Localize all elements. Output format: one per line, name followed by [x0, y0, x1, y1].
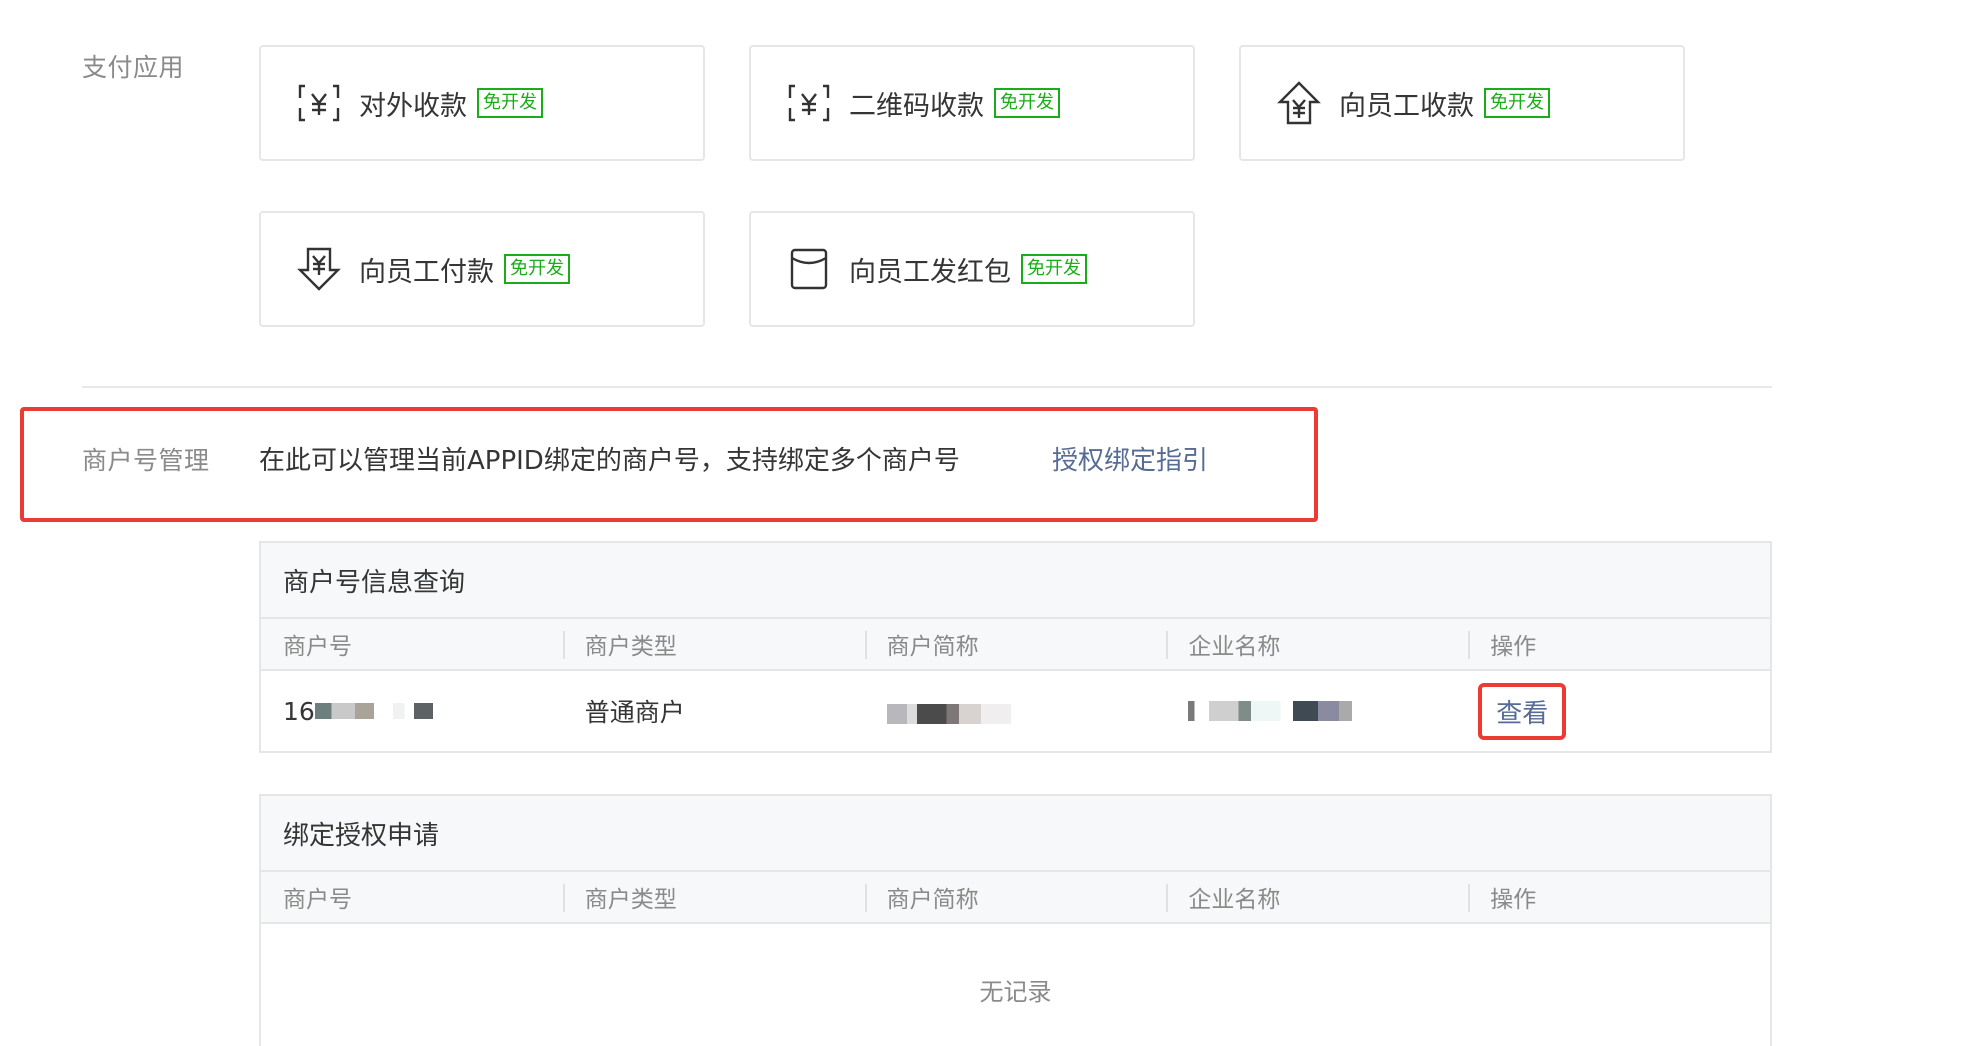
panel-title: 绑定授权申请 — [261, 796, 1770, 872]
column-header: 商户简称 — [864, 619, 1167, 669]
column-header: 商户类型 — [562, 619, 865, 669]
yuan-scan-icon — [297, 80, 341, 126]
red-packet-icon — [787, 246, 831, 292]
merchant-management-description: 在此可以管理当前APPID绑定的商户号，支持绑定多个商户号 — [259, 446, 960, 476]
panel-title: 商户号信息查询 — [261, 543, 1770, 619]
table-header: 商户号 商户类型 商户简称 企业名称 操作 — [261, 872, 1770, 924]
column-header: 企业名称 — [1166, 619, 1468, 669]
action-cell: 查看 — [1468, 682, 1770, 740]
company-name-cell — [1166, 701, 1468, 721]
free-dev-badge: 免开发 — [994, 88, 1060, 118]
section-divider — [82, 386, 1772, 388]
column-header: 商户号 — [283, 634, 352, 660]
view-link[interactable]: 查看 — [1496, 693, 1548, 730]
column-header: 商户类型 — [562, 872, 865, 922]
app-card-employee-red-packet[interactable]: 向员工发红包 免开发 — [749, 211, 1195, 327]
app-name: 对外收款 — [359, 90, 467, 122]
merchant-short-name-cell — [865, 698, 1167, 724]
yuan-arrow-up-icon — [1277, 80, 1321, 126]
merchant-no-cell: 16 — [261, 697, 563, 726]
app-card-qrcode-collection[interactable]: 二维码收款 免开发 — [749, 45, 1195, 161]
app-name: 二维码收款 — [849, 90, 984, 122]
merchant-management-label: 商户号管理 — [82, 446, 210, 475]
yuan-scan-icon — [787, 80, 831, 126]
column-header: 操作 — [1468, 872, 1770, 922]
column-header: 企业名称 — [1166, 872, 1468, 922]
merchant-type-cell: 普通商户 — [584, 698, 685, 727]
yuan-arrow-down-icon — [297, 246, 341, 292]
app-name: 向员工发红包 — [849, 256, 1011, 288]
redacted-company-name — [1188, 701, 1399, 721]
column-header: 操作 — [1468, 619, 1770, 669]
free-dev-badge: 免开发 — [504, 254, 570, 284]
merchant-no-prefix: 16 — [283, 696, 315, 726]
binding-guide-link[interactable]: 授权绑定指引 — [1052, 440, 1208, 477]
binding-application-panel: 绑定授权申请 商户号 商户类型 商户简称 企业名称 操作 无记录 — [259, 794, 1772, 1046]
view-button-highlight[interactable]: 查看 — [1478, 682, 1567, 740]
payment-apps-label: 支付应用 — [82, 53, 185, 82]
app-name: 向员工付款 — [359, 256, 494, 288]
free-dev-badge: 免开发 — [1484, 88, 1550, 118]
app-name: 向员工收款 — [1339, 90, 1474, 122]
empty-state-text: 无记录 — [979, 977, 1052, 1006]
free-dev-badge: 免开发 — [477, 88, 543, 118]
column-header: 商户号 — [283, 887, 352, 913]
app-card-external-collection[interactable]: 对外收款 免开发 — [259, 45, 705, 161]
merchant-info-query-panel: 商户号信息查询 商户号 商户类型 商户简称 企业名称 操作 16 普通商户 查看 — [259, 541, 1772, 753]
app-card-collect-from-employee[interactable]: 向员工收款 免开发 — [1239, 45, 1685, 161]
redacted-merchant-no — [314, 703, 433, 719]
page-root: 支付应用 对外收款 免开发 二维码收款 免开发 向员工收款 免开发 向员工付款 … — [0, 0, 1966, 1046]
free-dev-badge: 免开发 — [1021, 254, 1087, 284]
table-header: 商户号 商户类型 商户简称 企业名称 操作 — [261, 619, 1770, 671]
column-header: 商户简称 — [864, 872, 1167, 922]
redacted-short-name — [886, 704, 1011, 724]
table-row: 16 普通商户 查看 — [261, 671, 1770, 751]
app-card-pay-employee[interactable]: 向员工付款 免开发 — [259, 211, 705, 327]
